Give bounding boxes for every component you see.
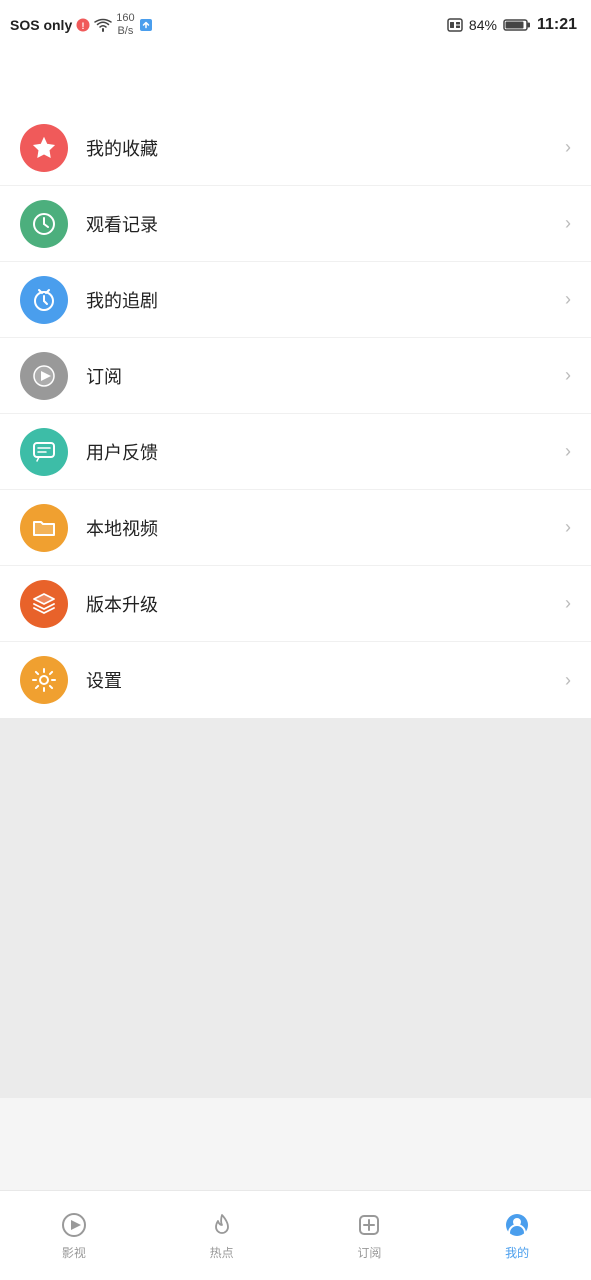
menu-item-update[interactable]: 版本升级 › <box>0 566 591 642</box>
nav-item-hot[interactable]: 热点 <box>148 1210 296 1261</box>
local-icon-wrap <box>20 504 68 552</box>
sim-icon <box>447 18 463 32</box>
status-left: SOS only ! 160B/s <box>10 12 153 38</box>
mine-nav-label: 我的 <box>505 1244 529 1261</box>
network-speed: 160B/s <box>116 12 134 38</box>
nav-item-movies[interactable]: 影视 <box>0 1210 148 1261</box>
local-chevron: › <box>565 517 571 538</box>
local-label: 本地视频 <box>86 515 565 541</box>
top-spacer <box>0 50 591 110</box>
gray-area <box>0 718 591 1098</box>
settings-icon-wrap <box>20 656 68 704</box>
status-bar: SOS only ! 160B/s <box>0 0 591 50</box>
update-chevron: › <box>565 593 571 614</box>
gear-icon <box>31 667 57 693</box>
follow-chevron: › <box>565 289 571 310</box>
menu-item-favorites[interactable]: 我的收藏 › <box>0 110 591 186</box>
menu-item-feedback[interactable]: 用户反馈 › <box>0 414 591 490</box>
update-icon-wrap <box>20 580 68 628</box>
favorites-label: 我的收藏 <box>86 135 565 161</box>
play-icon <box>31 363 57 389</box>
clock-icon <box>31 211 57 237</box>
feedback-chevron: › <box>565 441 571 462</box>
history-chevron: › <box>565 213 571 234</box>
star-icon <box>31 135 57 161</box>
subscribe-nav-label: 订阅 <box>357 1244 381 1261</box>
alert-icon: ! <box>76 18 90 32</box>
status-icons: ! 160B/s <box>76 12 152 38</box>
settings-label: 设置 <box>86 667 565 693</box>
menu-item-subscribe[interactable]: 订阅 › <box>0 338 591 414</box>
bottom-nav: 影视 热点 订阅 我的 <box>0 1190 591 1280</box>
subscribe-icon-wrap <box>20 352 68 400</box>
status-right: 84% 11:21 <box>447 16 577 34</box>
folder-icon <box>31 515 57 541</box>
menu-item-history[interactable]: 观看记录 › <box>0 186 591 262</box>
sos-text: SOS only <box>10 17 72 33</box>
hot-nav-icon <box>207 1210 237 1240</box>
wifi-icon <box>94 18 112 32</box>
history-icon-wrap <box>20 200 68 248</box>
battery-icon <box>503 18 531 32</box>
subscribe-nav-icon <box>354 1210 384 1240</box>
settings-chevron: › <box>565 670 571 691</box>
follow-icon-wrap <box>20 276 68 324</box>
mine-nav-icon <box>502 1210 532 1240</box>
layers-icon <box>31 591 57 617</box>
menu-item-follow[interactable]: 我的追剧 › <box>0 262 591 338</box>
feedback-icon-wrap <box>20 428 68 476</box>
movies-nav-icon <box>59 1210 89 1240</box>
time: 11:21 <box>537 16 577 34</box>
upload-icon <box>139 18 153 32</box>
nav-item-mine[interactable]: 我的 <box>443 1210 591 1261</box>
battery-percent: 84% <box>469 17 497 33</box>
svg-text:!: ! <box>82 21 85 31</box>
subscribe-label: 订阅 <box>86 363 565 389</box>
menu-item-local[interactable]: 本地视频 › <box>0 490 591 566</box>
feedback-label: 用户反馈 <box>86 439 565 465</box>
favorites-chevron: › <box>565 137 571 158</box>
follow-label: 我的追剧 <box>86 287 565 313</box>
movies-nav-label: 影视 <box>62 1244 86 1261</box>
subscribe-chevron: › <box>565 365 571 386</box>
history-label: 观看记录 <box>86 211 565 237</box>
nav-item-subscribe[interactable]: 订阅 <box>296 1210 444 1261</box>
menu-item-settings[interactable]: 设置 › <box>0 642 591 718</box>
alarm-icon <box>31 287 57 313</box>
menu-list: 我的收藏 › 观看记录 › 我的追剧 › <box>0 110 591 718</box>
favorites-icon-wrap <box>20 124 68 172</box>
hot-nav-label: 热点 <box>210 1244 234 1261</box>
update-label: 版本升级 <box>86 591 565 617</box>
chat-icon <box>31 439 57 465</box>
